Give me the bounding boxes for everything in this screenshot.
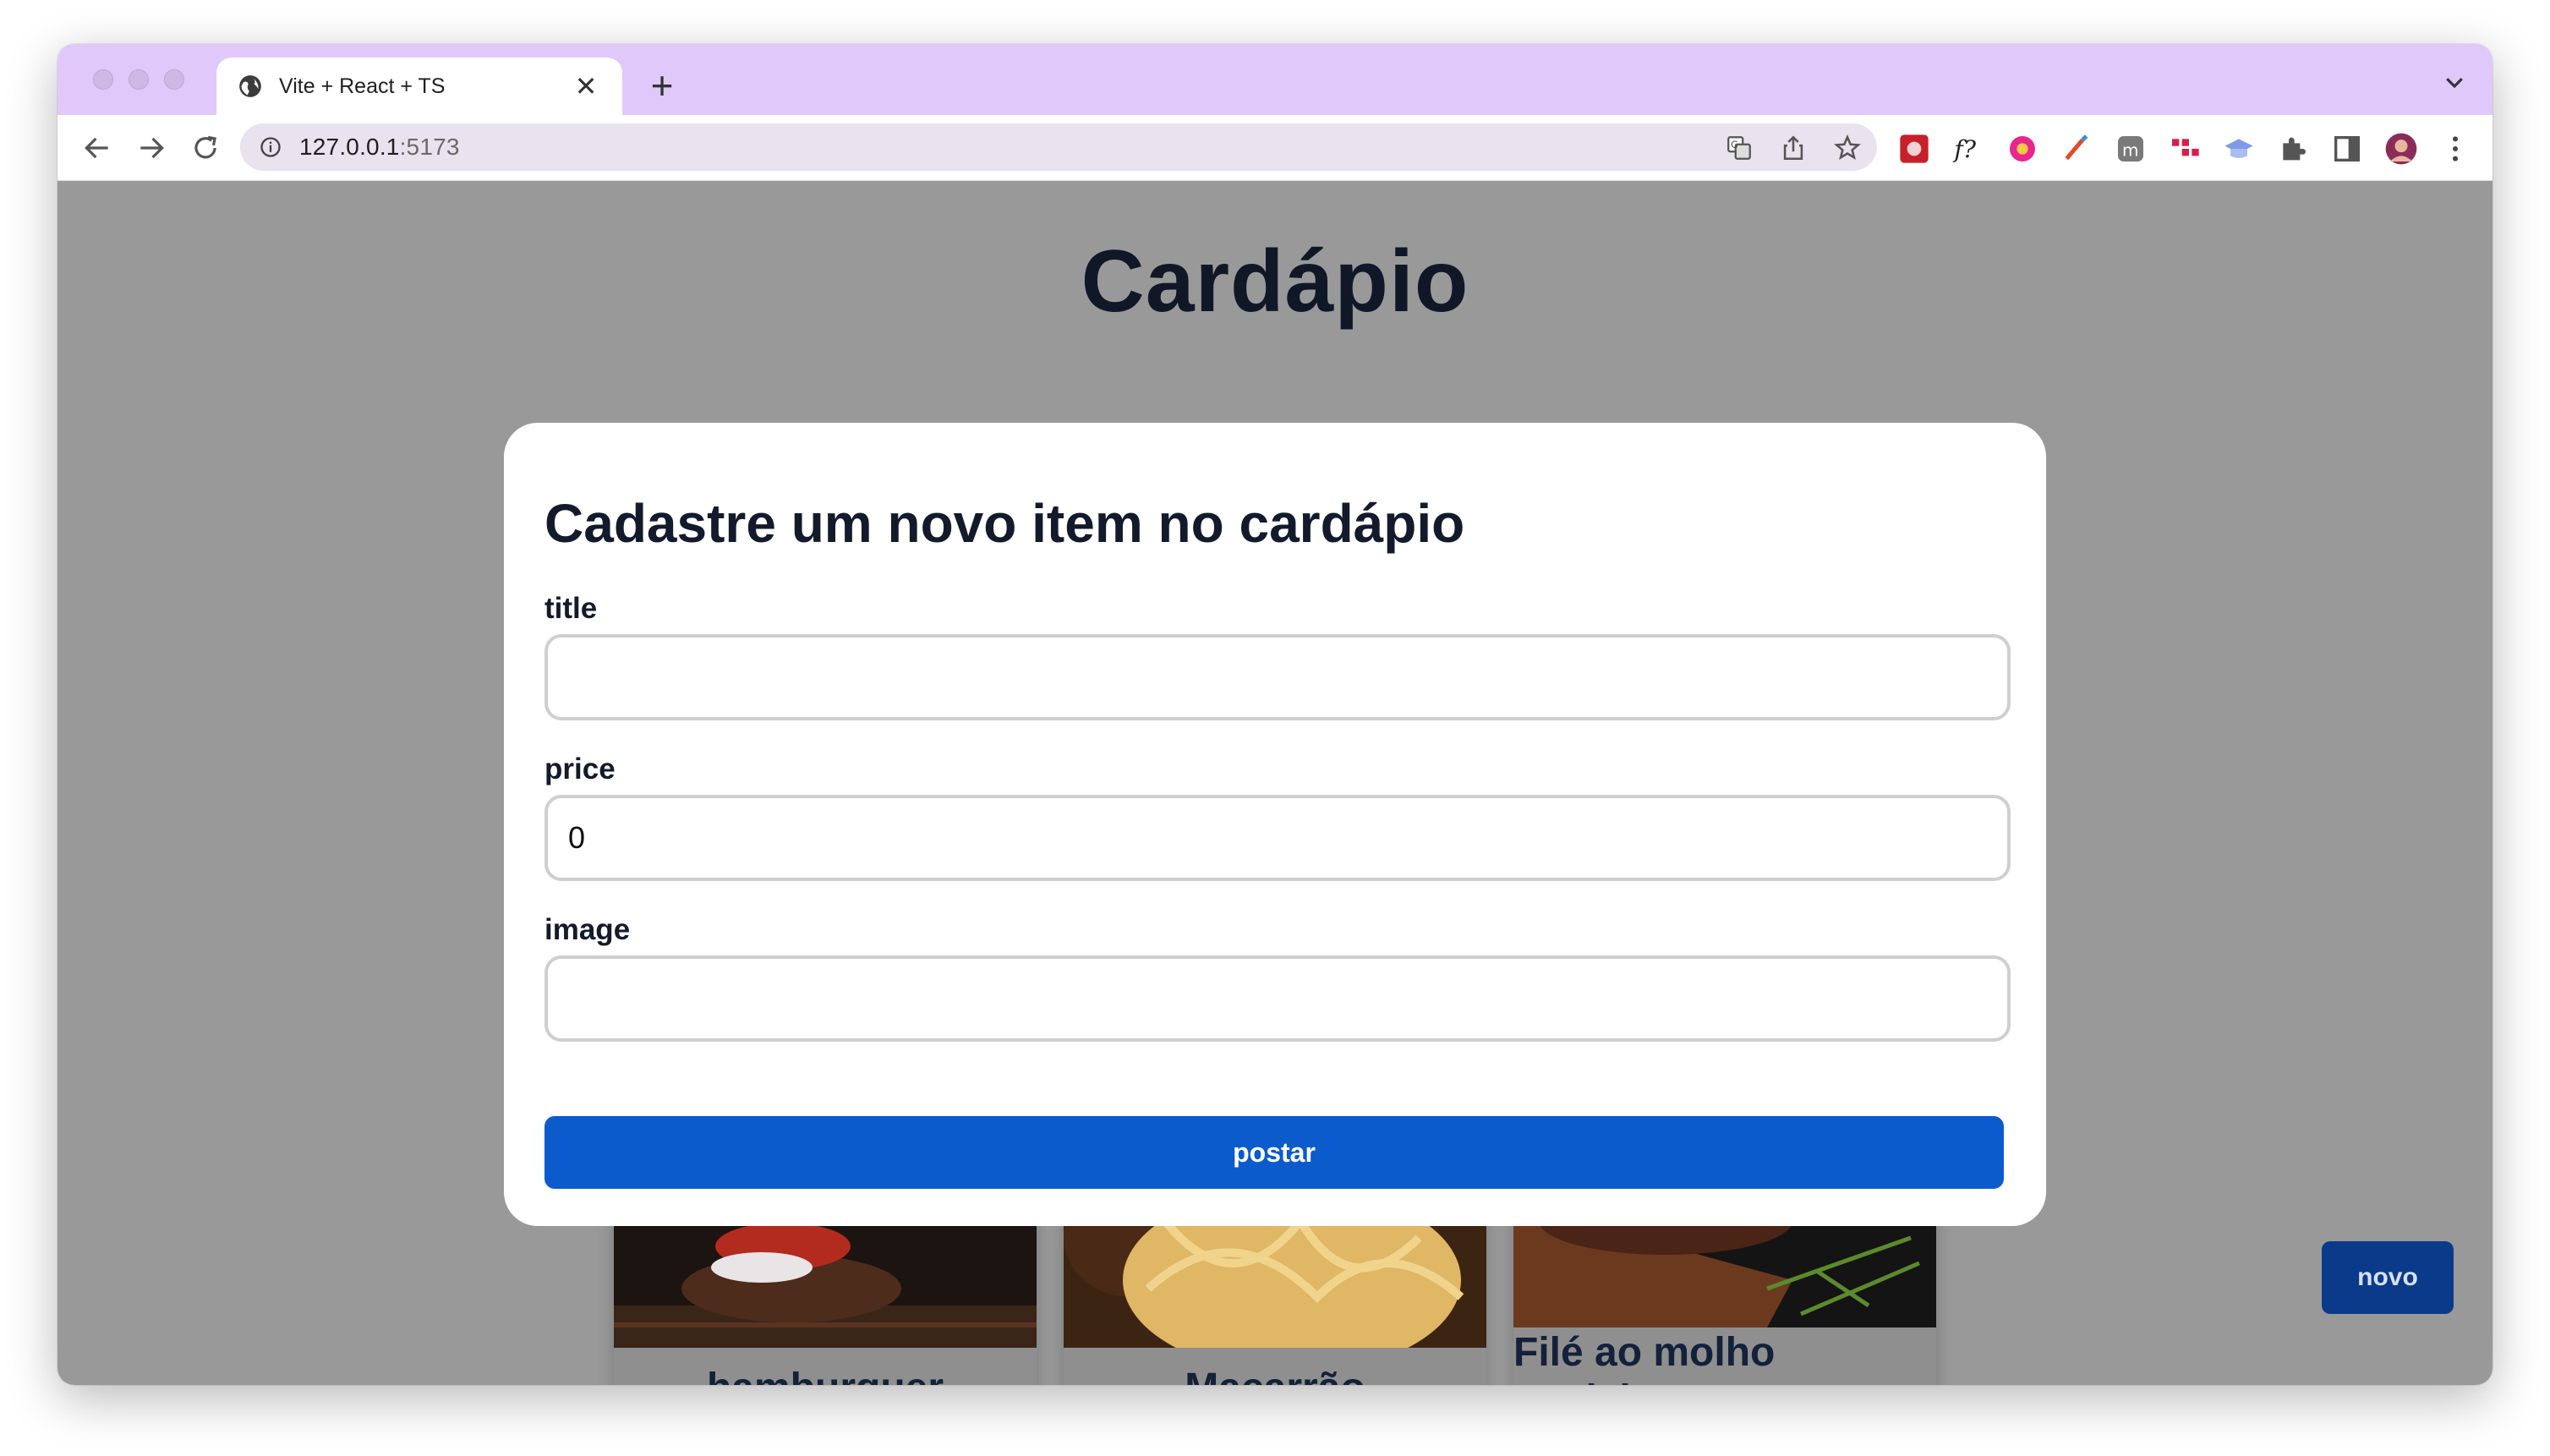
- translate-icon[interactable]: G: [1725, 134, 1754, 162]
- address-bar-actions: G: [1725, 134, 1862, 162]
- svg-text:f?: f?: [1952, 135, 1976, 163]
- browser-menu-icon[interactable]: [2438, 132, 2472, 166]
- extension-pink-icon[interactable]: [2006, 132, 2039, 166]
- image-input[interactable]: [544, 955, 2011, 1042]
- back-arrow-icon[interactable]: [81, 132, 113, 164]
- graduation-cap-icon[interactable]: [2222, 132, 2256, 166]
- profile-avatar[interactable]: [2384, 132, 2418, 166]
- forward-arrow-icon[interactable]: [135, 132, 167, 164]
- price-input[interactable]: [544, 795, 2011, 881]
- page-viewport: Cardápio hamburguer Macarrão: [57, 181, 2493, 1385]
- font-identifier-icon[interactable]: f?: [1951, 132, 1985, 166]
- modal-title: Cadastre um novo item no cardápio: [544, 493, 1465, 554]
- reload-icon[interactable]: [189, 132, 222, 164]
- bookmark-star-icon[interactable]: [1833, 134, 1862, 162]
- extension-red-icon[interactable]: [1897, 132, 1931, 166]
- novo-button[interactable]: novo: [2322, 1241, 2454, 1314]
- tab-title: Vite + React + TS: [279, 74, 446, 98]
- page-title: Cardápio: [1081, 233, 1469, 331]
- title-label: title: [544, 592, 598, 625]
- card-title: hamburguer: [614, 1365, 1037, 1385]
- create-item-modal: Cadastre um novo item no cardápio title …: [504, 423, 2046, 1226]
- globe-icon: [239, 75, 261, 97]
- extensions-puzzle-icon[interactable]: [2276, 132, 2310, 166]
- url-text: 127.0.0.1:5173: [299, 134, 460, 161]
- price-label: price: [544, 753, 616, 785]
- url-port: :5173: [399, 134, 460, 160]
- browser-toolbar: 127.0.0.1:5173 G f? m: [57, 115, 2493, 181]
- svg-text:m: m: [2122, 140, 2138, 160]
- tab-search-chevron-icon[interactable]: [2442, 69, 2467, 95]
- share-icon[interactable]: [1779, 134, 1808, 162]
- extension-m-icon[interactable]: m: [2114, 132, 2148, 166]
- postar-button[interactable]: postar: [544, 1116, 2004, 1189]
- card-title: Macarrão: [1064, 1365, 1486, 1385]
- browser-tab[interactable]: Vite + React + TS ✕: [216, 57, 622, 115]
- close-window-button[interactable]: [93, 69, 113, 90]
- url-host: 127.0.0.1: [299, 134, 400, 160]
- new-tab-button[interactable]: +: [641, 66, 683, 105]
- site-info-icon[interactable]: [259, 135, 282, 159]
- title-input[interactable]: [544, 634, 2011, 720]
- side-panel-icon[interactable]: [2330, 132, 2364, 166]
- browser-window: Vite + React + TS ✕ + 127.0.0.1:5173 G f…: [57, 44, 2493, 1385]
- address-bar[interactable]: 127.0.0.1:5173 G: [240, 123, 1877, 171]
- color-picker-icon[interactable]: [2060, 132, 2093, 166]
- svg-text:G: G: [1731, 139, 1738, 151]
- tab-close-icon[interactable]: ✕: [572, 72, 600, 101]
- extension-dots-icon[interactable]: [2168, 132, 2202, 166]
- image-label: image: [544, 913, 631, 946]
- maximize-window-button[interactable]: [164, 69, 184, 90]
- minimize-window-button[interactable]: [129, 69, 149, 90]
- card-title: Filé ao molho madeira: [1513, 1330, 1776, 1385]
- window-controls: [93, 69, 184, 90]
- tab-bar: Vite + React + TS ✕ +: [57, 44, 2493, 115]
